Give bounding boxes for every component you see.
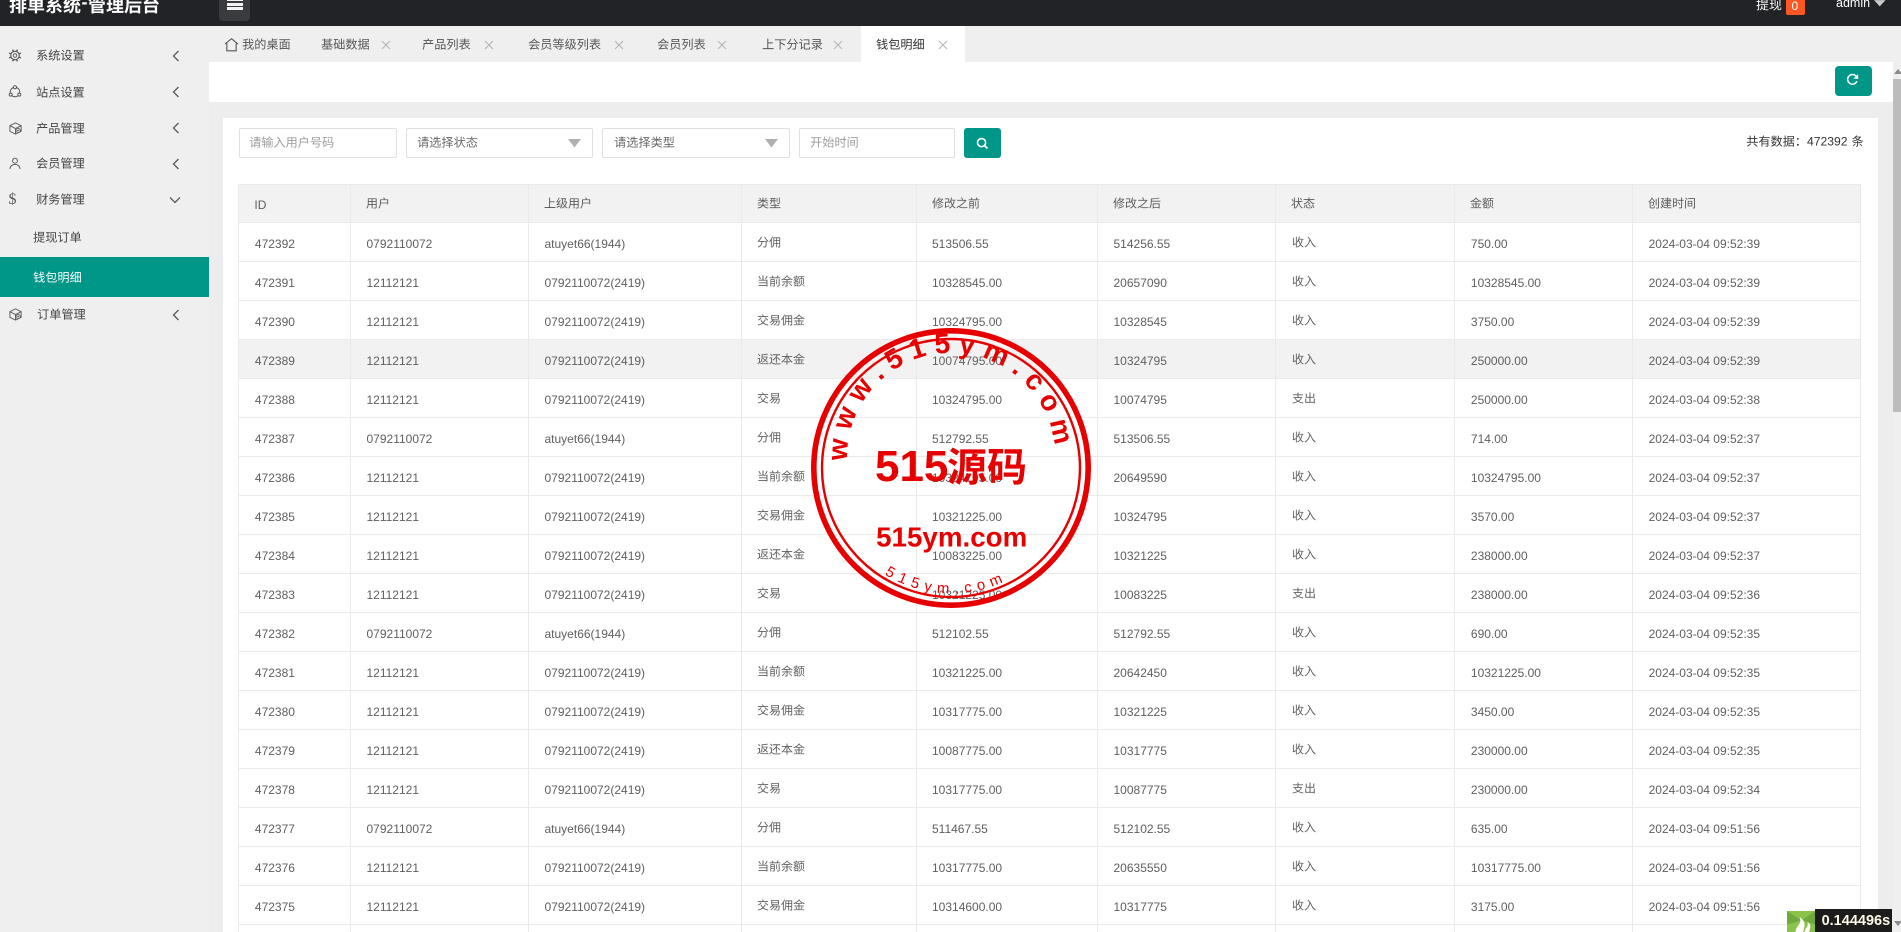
svg-text:515ym.com: 515ym.com — [876, 521, 1027, 552]
svg-text:472392: 472392 — [1807, 134, 1848, 148]
svg-text:515: 515 — [875, 442, 948, 491]
svg-text:w w w . 5 1 5 y m . c o m: w w w . 5 1 5 y m . c o m — [822, 328, 1080, 463]
